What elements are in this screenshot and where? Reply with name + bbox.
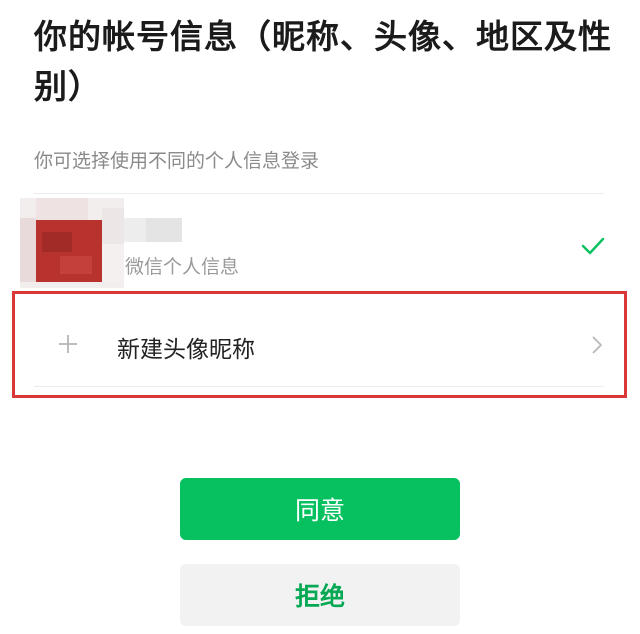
account-option-wechat[interactable]: 微信个人信息	[0, 194, 640, 290]
new-avatar-nickname-option[interactable]: 新建头像昵称	[0, 300, 640, 388]
account-name-blurred	[124, 218, 182, 242]
checkmark-icon	[581, 237, 605, 255]
plus-icon	[59, 335, 77, 353]
page-subtitle: 你可选择使用不同的个人信息登录	[34, 150, 320, 172]
divider	[34, 386, 604, 387]
chevron-right-icon	[592, 336, 602, 354]
agree-button[interactable]: 同意	[180, 478, 460, 540]
new-option-label: 新建头像昵称	[117, 337, 255, 363]
account-subtitle: 微信个人信息	[125, 256, 240, 278]
reject-button[interactable]: 拒绝	[180, 564, 460, 626]
page-title: 你的帐号信息（昵称、头像、地区及性别）	[34, 17, 612, 106]
avatar	[20, 198, 124, 288]
